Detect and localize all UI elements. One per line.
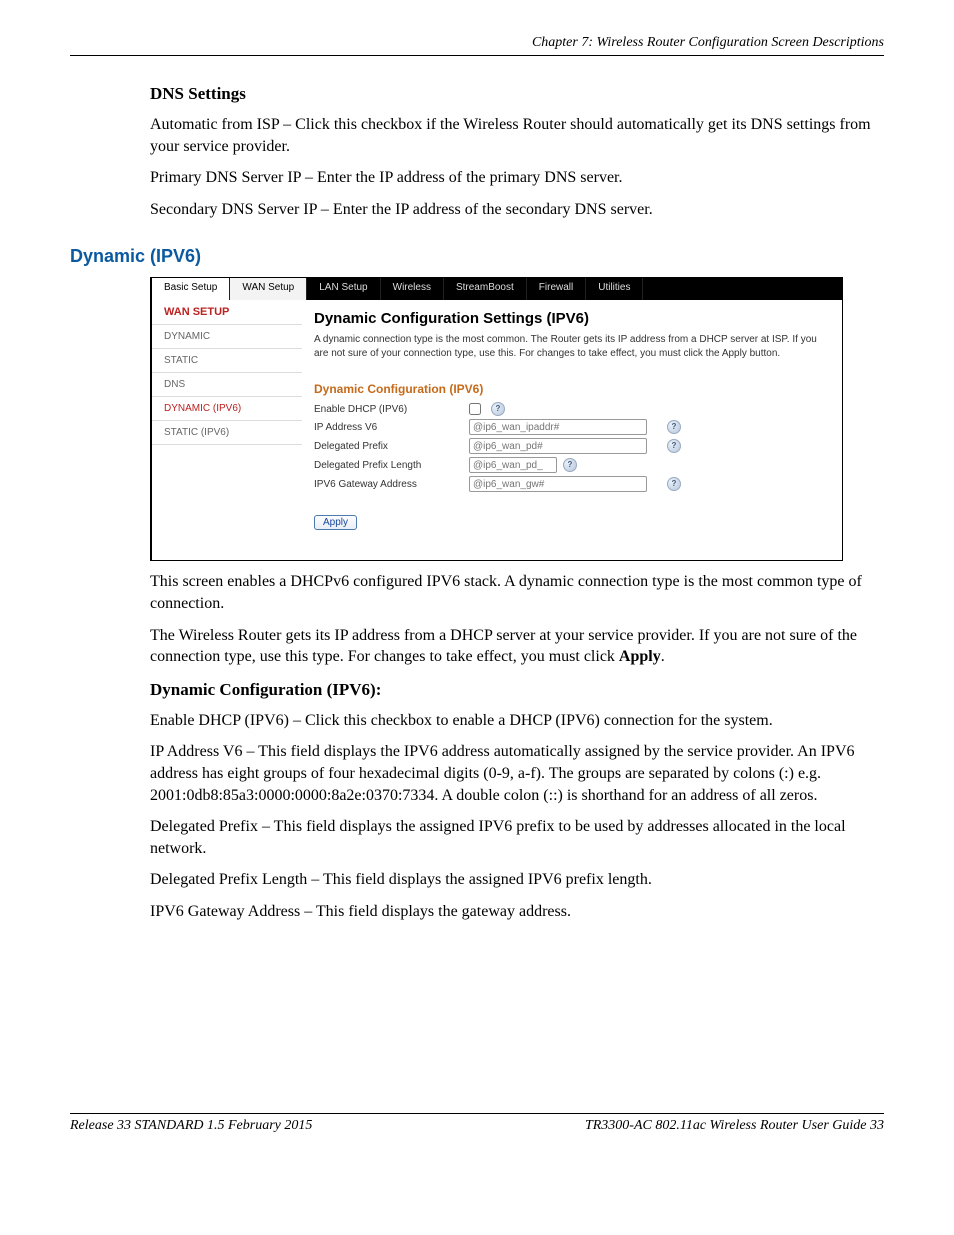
sidebar: WAN SETUP DYNAMIC STATIC DNS DYNAMIC (IP… <box>152 300 302 560</box>
input-ipv6-gateway[interactable] <box>469 476 647 492</box>
dns-auto-text: Automatic from ISP – Click this checkbox… <box>150 114 884 157</box>
dynamic-config-heading: Dynamic Configuration (IPV6): <box>150 680 884 700</box>
tab-lan-setup[interactable]: LAN Setup <box>307 278 380 300</box>
help-icon[interactable]: ? <box>667 477 681 491</box>
input-delegated-prefix[interactable] <box>469 438 647 454</box>
tab-basic-setup[interactable]: Basic Setup <box>152 278 230 300</box>
row-ipv6-gateway: IPV6 Gateway Address ? <box>314 476 830 492</box>
body-p1: This screen enables a DHCPv6 configured … <box>150 571 884 614</box>
body-p6: Delegated Prefix Length – This field dis… <box>150 869 884 891</box>
router-config-screenshot: Basic Setup WAN Setup LAN Setup Wireless… <box>150 277 843 561</box>
body-p2: The Wireless Router gets its IP address … <box>150 625 884 668</box>
apply-button[interactable]: Apply <box>314 515 357 530</box>
label-delegated-prefix-length: Delegated Prefix Length <box>314 460 469 471</box>
tab-wireless[interactable]: Wireless <box>381 278 444 300</box>
dynamic-ipv6-heading: Dynamic (IPV6) <box>70 246 884 267</box>
top-tabbar: Basic Setup WAN Setup LAN Setup Wireless… <box>152 278 842 300</box>
sidebar-title: WAN SETUP <box>152 300 302 325</box>
footer-right: TR3300-AC 802.11ac Wireless Router User … <box>585 1118 884 1134</box>
body-p4: IP Address V6 – This field displays the … <box>150 741 884 806</box>
footer-left: Release 33 STANDARD 1.5 February 2015 <box>70 1118 312 1134</box>
label-ipv6-gateway: IPV6 Gateway Address <box>314 479 469 490</box>
checkbox-enable-dhcp[interactable] <box>469 403 481 415</box>
row-ip-address-v6: IP Address V6 ? <box>314 419 830 435</box>
sidebar-item-dynamic-ipv6[interactable]: DYNAMIC (IPV6) <box>152 397 302 421</box>
dns-settings-heading: DNS Settings <box>150 84 884 104</box>
tab-utilities[interactable]: Utilities <box>586 278 643 300</box>
page-footer: Release 33 STANDARD 1.5 February 2015 TR… <box>70 1113 884 1134</box>
body-p7: IPV6 Gateway Address – This field displa… <box>150 901 884 923</box>
body-p5: Delegated Prefix – This field displays t… <box>150 816 884 859</box>
row-delegated-prefix: Delegated Prefix ? <box>314 438 830 454</box>
dns-primary-text: Primary DNS Server IP – Enter the IP add… <box>150 167 884 189</box>
tab-firewall[interactable]: Firewall <box>527 278 586 300</box>
sidebar-item-dns[interactable]: DNS <box>152 373 302 397</box>
label-delegated-prefix: Delegated Prefix <box>314 441 469 452</box>
dns-secondary-text: Secondary DNS Server IP – Enter the IP a… <box>150 199 884 221</box>
panel-subtitle: Dynamic Configuration (IPV6) <box>314 382 830 396</box>
tab-wan-setup[interactable]: WAN Setup <box>230 278 307 300</box>
help-icon[interactable]: ? <box>667 420 681 434</box>
input-delegated-prefix-length[interactable] <box>469 457 557 473</box>
sidebar-item-static-ipv6[interactable]: STATIC (IPV6) <box>152 421 302 445</box>
row-delegated-prefix-length: Delegated Prefix Length ? <box>314 457 830 473</box>
label-ip-address-v6: IP Address V6 <box>314 422 469 433</box>
tab-streamboost[interactable]: StreamBoost <box>444 278 527 300</box>
help-icon[interactable]: ? <box>563 458 577 472</box>
sidebar-item-dynamic[interactable]: DYNAMIC <box>152 325 302 349</box>
body-p3: Enable DHCP (IPV6) – Click this checkbox… <box>150 710 884 732</box>
label-enable-dhcp: Enable DHCP (IPV6) <box>314 404 469 415</box>
sidebar-item-static[interactable]: STATIC <box>152 349 302 373</box>
panel-description: A dynamic connection type is the most co… <box>314 333 830 360</box>
help-icon[interactable]: ? <box>491 402 505 416</box>
help-icon[interactable]: ? <box>667 439 681 453</box>
page-header: Chapter 7: Wireless Router Configuration… <box>70 35 884 56</box>
row-enable-dhcp: Enable DHCP (IPV6) ? <box>314 402 830 416</box>
panel-title: Dynamic Configuration Settings (IPV6) <box>314 310 830 327</box>
input-ip-address-v6[interactable] <box>469 419 647 435</box>
